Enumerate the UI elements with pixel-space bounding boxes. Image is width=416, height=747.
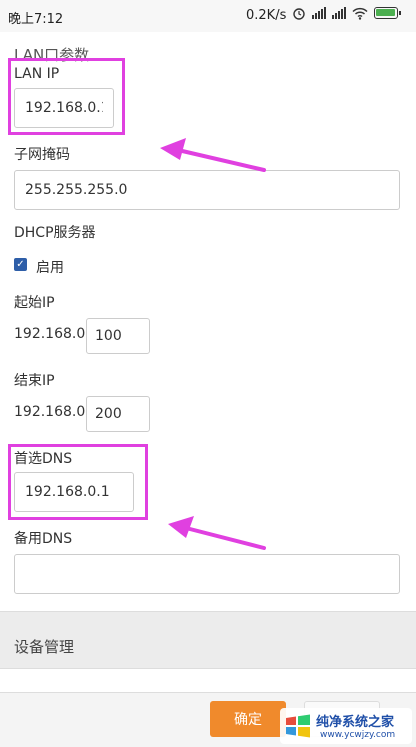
lan-ip-input[interactable] [14,88,114,128]
site-watermark: 纯净系统之家 www.ycwjzy.com [280,708,412,744]
status-icons [292,6,401,20]
lan-section-title: LAN口参数 [14,46,90,64]
dhcp-enable-label: 启用 [36,260,64,276]
start-ip-prefix: 192.168.0. [14,326,90,342]
confirm-button[interactable]: 确定 [210,701,286,737]
subnet-mask-label: 子网掩码 [14,147,70,163]
dhcp-server-label: DHCP服务器 [14,225,96,241]
end-ip-input[interactable] [86,396,150,432]
secondary-dns-input[interactable] [14,554,400,594]
device-management-title: 设备管理 [14,638,75,656]
windows-logo-icon [286,714,310,738]
start-ip-label: 起始IP [14,295,55,311]
primary-dns-input[interactable] [14,472,134,512]
secondary-dns-label: 备用DNS [14,531,73,547]
lan-ip-label: LAN IP [14,66,60,82]
end-ip-label: 结束IP [14,373,55,389]
end-ip-prefix: 192.168.0. [14,404,90,420]
status-time: 晚上7:12 [8,12,64,27]
dhcp-enable-checkbox[interactable]: ✓ [14,258,27,271]
signal-icon [312,7,326,19]
watermark-title: 纯净系统之家 [316,715,395,730]
signal-icon-2 [332,7,346,19]
subnet-mask-input[interactable] [14,170,400,210]
network-speed: 0.2K/s [246,8,287,23]
device-management-panel [0,668,416,692]
status-bar: 晚上7:12 0.2K/s [0,0,416,32]
watermark-url: www.ycwjzy.com [320,730,396,740]
start-ip-input[interactable] [86,318,150,354]
wifi-icon [352,7,368,20]
alarm-icon [293,8,305,20]
primary-dns-label: 首选DNS [14,451,73,467]
battery-icon [374,7,401,19]
lan-settings-panel: LAN口参数 LAN IP 子网掩码 DHCP服务器 ✓ 启用 起始IP 192… [0,24,416,612]
